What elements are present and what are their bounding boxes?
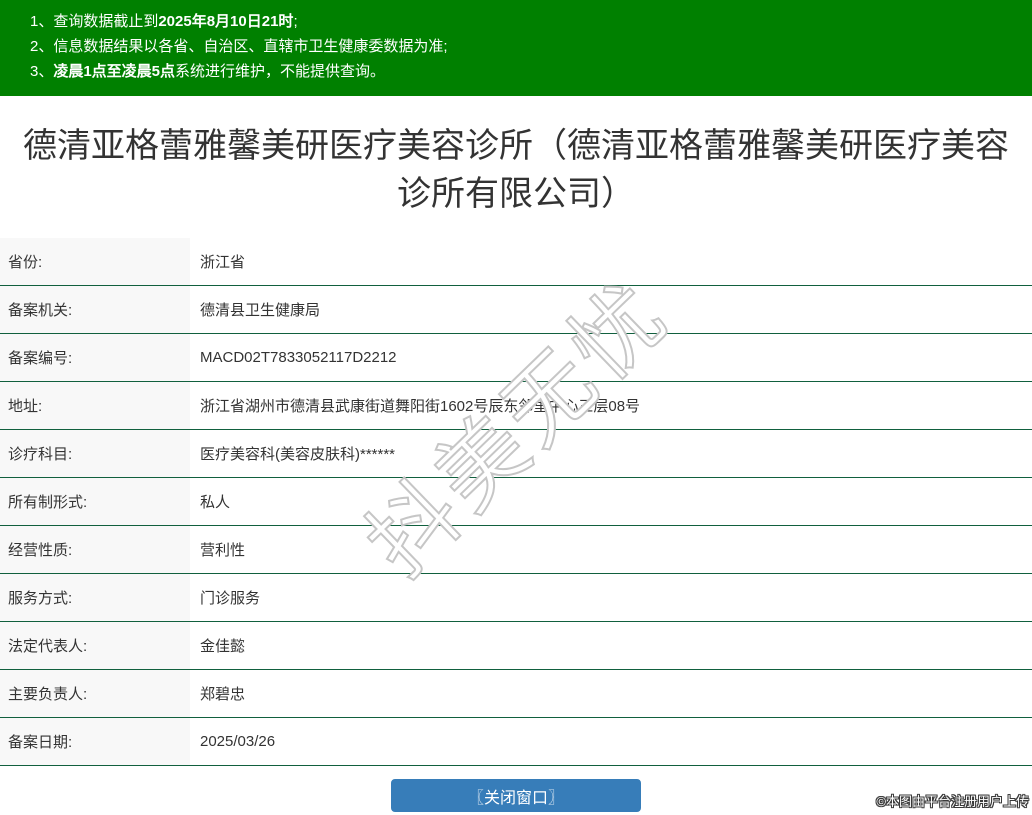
row-label: 服务方式: (0, 574, 190, 621)
row-label: 备案机关: (0, 286, 190, 333)
row-label: 地址: (0, 382, 190, 429)
row-value: 金佳懿 (190, 622, 1032, 669)
close-window-button[interactable]: 〖关闭窗口〗 (391, 779, 641, 812)
image-credit-watermark: ©本图由平台注册用户上传 (876, 791, 1029, 810)
row-value: 医疗美容科(美容皮肤科)****** (190, 430, 1032, 477)
row-value: 营利性 (190, 526, 1032, 573)
table-row: 主要负责人: 郑碧忠 (0, 670, 1032, 718)
table-row: 法定代表人: 金佳懿 (0, 622, 1032, 670)
row-value: 浙江省湖州市德清县武康街道舞阳街1602号辰东邻里中心三层08号 (190, 382, 1032, 429)
notice-text: 系统进行维护，不能提供查询。 (175, 63, 385, 80)
row-label: 省份: (0, 238, 190, 285)
notice-item: 3、凌晨1点至凌晨5点系统进行维护，不能提供查询。 (30, 59, 1022, 84)
row-value: 门诊服务 (190, 574, 1032, 621)
table-row: 备案机关: 德清县卫生健康局 (0, 286, 1032, 334)
row-value: 私人 (190, 478, 1032, 525)
table-row: 所有制形式: 私人 (0, 478, 1032, 526)
notice-text-bold: 2025年8月10日21时 (158, 13, 293, 30)
row-value: 郑碧忠 (190, 670, 1032, 717)
row-value: 浙江省 (190, 238, 1032, 285)
row-label: 所有制形式: (0, 478, 190, 525)
notice-text-bold: 凌晨1点至凌晨5点 (53, 63, 175, 80)
row-label: 备案编号: (0, 334, 190, 381)
table-row: 备案日期: 2025/03/26 (0, 718, 1032, 766)
table-row: 备案编号: MACD02T7833052117D2212 (0, 334, 1032, 382)
notice-text: ; (293, 13, 297, 30)
notice-text: 1、查询数据截止到 (30, 13, 158, 30)
row-label: 经营性质: (0, 526, 190, 573)
row-label: 诊疗科目: (0, 430, 190, 477)
row-value: 2025/03/26 (190, 718, 1032, 765)
row-label: 备案日期: (0, 718, 190, 765)
row-label: 主要负责人: (0, 670, 190, 717)
table-row: 省份: 浙江省 (0, 238, 1032, 286)
info-table: 省份: 浙江省 备案机关: 德清县卫生健康局 备案编号: MACD02T7833… (0, 238, 1032, 766)
notice-item: 2、信息数据结果以各省、自治区、直辖市卫生健康委数据为准; (30, 34, 1022, 59)
notice-bar: 1、查询数据截止到2025年8月10日21时; 2、信息数据结果以各省、自治区、… (0, 0, 1032, 96)
notice-text: 3、 (30, 63, 53, 80)
page-title: 德清亚格蕾雅馨美研医疗美容诊所（德清亚格蕾雅馨美研医疗美容诊所有限公司） (10, 122, 1022, 218)
row-value: MACD02T7833052117D2212 (190, 334, 1032, 381)
row-label: 法定代表人: (0, 622, 190, 669)
notice-text: 2、信息数据结果以各省、自治区、直辖市卫生健康委数据为准; (30, 38, 448, 55)
notice-item: 1、查询数据截止到2025年8月10日21时; (30, 9, 1022, 34)
table-row: 经营性质: 营利性 (0, 526, 1032, 574)
table-row: 服务方式: 门诊服务 (0, 574, 1032, 622)
table-row: 诊疗科目: 医疗美容科(美容皮肤科)****** (0, 430, 1032, 478)
row-value: 德清县卫生健康局 (190, 286, 1032, 333)
table-row: 地址: 浙江省湖州市德清县武康街道舞阳街1602号辰东邻里中心三层08号 (0, 382, 1032, 430)
